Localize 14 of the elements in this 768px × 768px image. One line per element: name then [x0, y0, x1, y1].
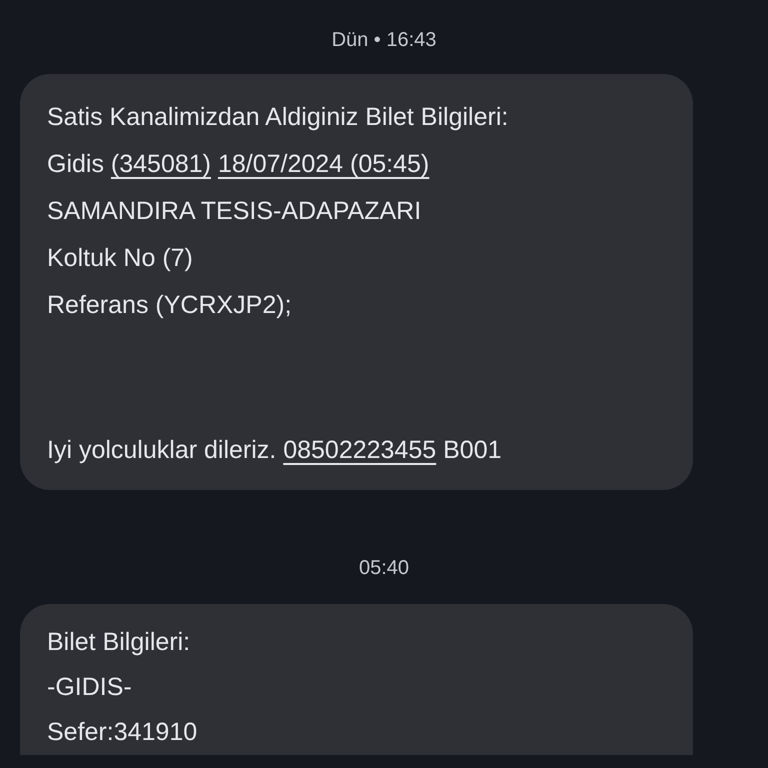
message-timestamp: Dün • 16:43 [332, 29, 436, 51]
message-line: Referans (YCRXJP2); [47, 290, 293, 321]
message-line: SAMANDIRA TESIS-ADAPAZARI [47, 196, 422, 227]
message-link[interactable]: (345081) [110, 150, 211, 178]
message-link[interactable]: 18/07/2024 (05:45) [218, 150, 430, 178]
message-timestamp: 05:40 [358, 557, 410, 579]
message-link[interactable]: 08502223455 [283, 436, 436, 464]
message-line: -GIDIS- [47, 672, 133, 703]
message-line: Sefer:341910 [47, 717, 198, 748]
message-line: Koltuk No (7) [47, 243, 194, 274]
message-line: Gidis (345081) 18/07/2024 (05:45) [47, 149, 430, 180]
message-line: Bilet Bilgileri: [47, 627, 192, 658]
message-line: Iyi yolculuklar dileriz. 08502223455 B001 [47, 435, 502, 466]
message-line: Satis Kanalimizdan Aldiginiz Bilet Bilgileri: [47, 102, 510, 133]
